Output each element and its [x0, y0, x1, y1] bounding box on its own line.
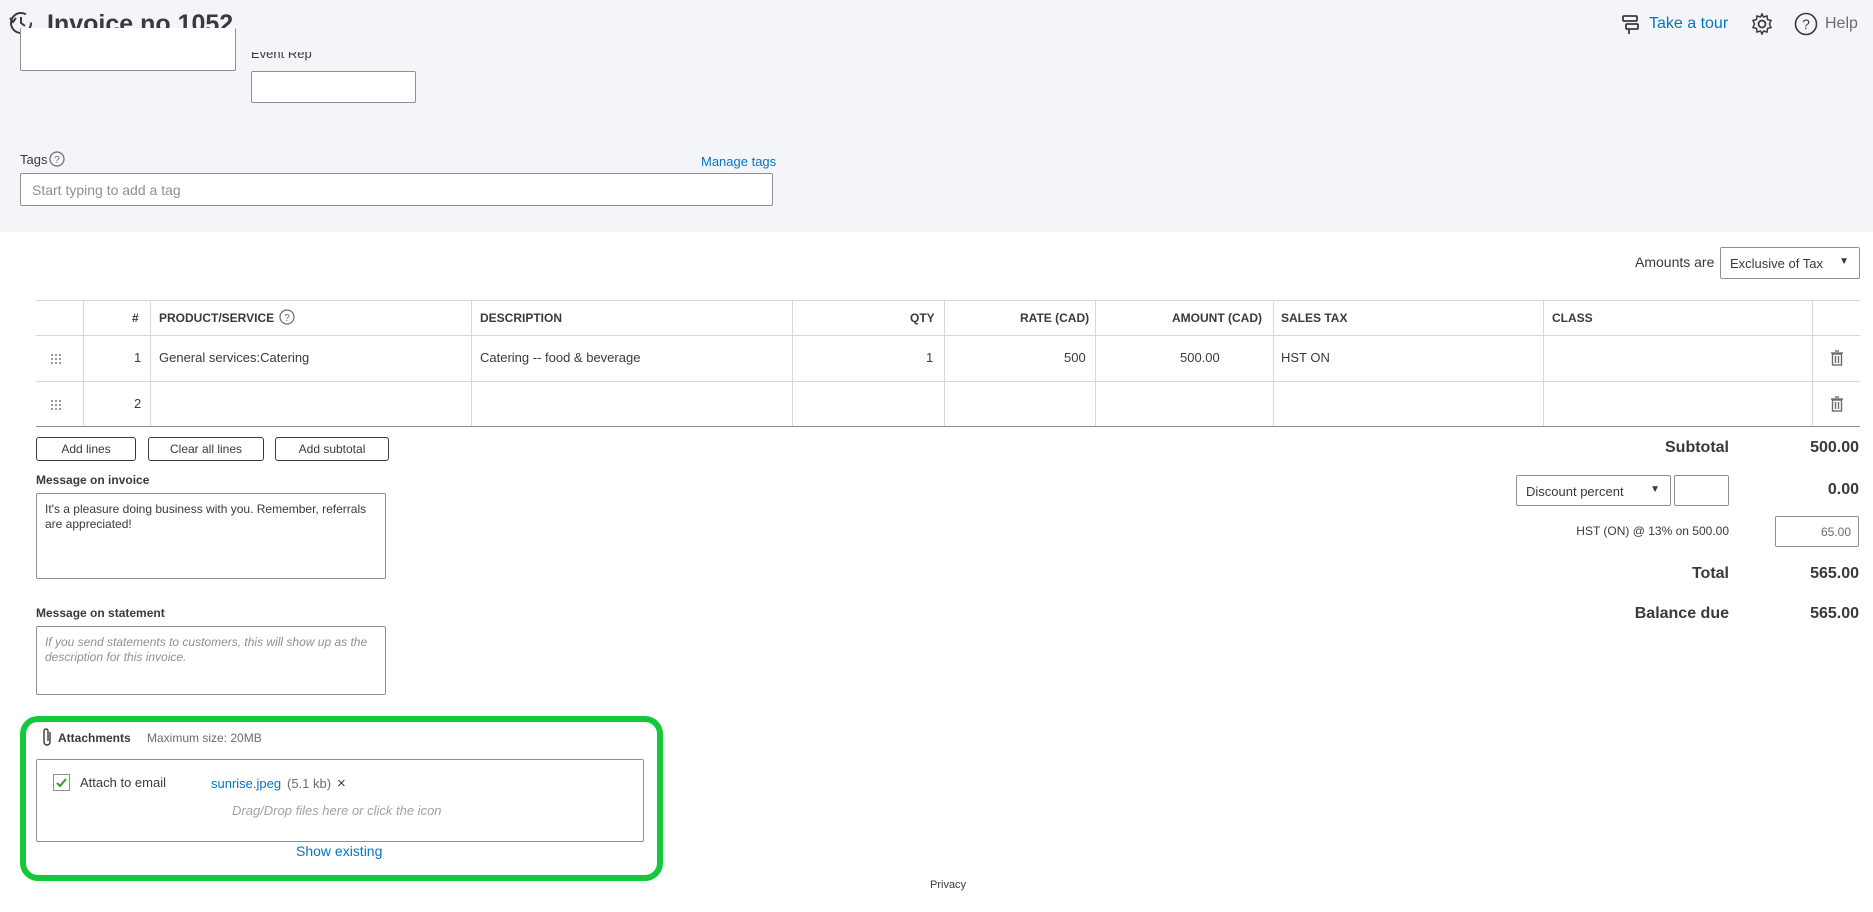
col-header-class: CLASS — [1552, 311, 1593, 325]
add-subtotal-button[interactable]: Add subtotal — [275, 437, 389, 461]
table-row[interactable]: 1 General services:Catering Catering -- … — [36, 336, 1860, 381]
col-header-amount: AMOUNT (CAD) — [1172, 311, 1262, 325]
trash-icon[interactable] — [1830, 396, 1844, 412]
drag-handle-icon[interactable] — [50, 352, 64, 365]
amounts-are-select[interactable]: Exclusive of Tax ▼ — [1720, 247, 1860, 279]
svg-text:?: ? — [284, 313, 290, 324]
manage-tags-link[interactable]: Manage tags — [701, 154, 776, 169]
message-on-statement-label: Message on statement — [36, 606, 165, 620]
discount-value: 0.00 — [1827, 481, 1859, 498]
customer-field-partial[interactable] — [20, 28, 236, 71]
trash-icon[interactable] — [1830, 350, 1844, 366]
col-header-rate: RATE (CAD) — [1020, 311, 1090, 325]
cell-qty[interactable]: 1 — [926, 350, 933, 365]
page-header: Invoice no.1052 Take a tour ? Help — [0, 0, 1873, 48]
attachment-file-size: (5.1 kb) — [287, 776, 332, 791]
attach-to-email-label: Attach to email — [80, 775, 166, 790]
discount-amount-input[interactable] — [1674, 475, 1729, 506]
message-on-invoice-text: It's a pleasure doing business with you.… — [45, 502, 367, 531]
tax-label: HST (ON) @ 13% on 500.00 — [1576, 524, 1729, 538]
attachments-dropzone[interactable] — [36, 759, 644, 842]
caret-down-icon: ▼ — [1650, 484, 1660, 495]
help-circle-icon[interactable]: ? — [279, 309, 295, 325]
dropzone-hint: Drag/Drop files here or click the icon — [232, 803, 442, 818]
subtotal-value: 500.00 — [1810, 439, 1859, 456]
balance-due-label: Balance due — [1634, 605, 1729, 622]
drag-handle-icon[interactable] — [50, 398, 64, 411]
total-value: 565.00 — [1810, 565, 1859, 582]
col-header-qty: QTY — [910, 311, 935, 325]
clear-all-lines-button[interactable]: Clear all lines — [148, 437, 264, 461]
message-on-invoice-textarea[interactable]: It's a pleasure doing business with you.… — [36, 493, 386, 579]
cell-description[interactable]: Catering -- food & beverage — [480, 350, 640, 365]
attach-to-email-checkbox[interactable] — [53, 774, 70, 791]
paperclip-icon[interactable] — [40, 727, 54, 747]
caret-down-icon: ▼ — [1839, 256, 1849, 267]
cell-amount[interactable]: 500.00 — [1180, 350, 1220, 365]
cell-product[interactable]: General services:Catering — [159, 350, 309, 365]
event-rep-input[interactable] — [251, 71, 416, 103]
add-lines-button[interactable]: Add lines — [36, 437, 136, 461]
col-header-description: DESCRIPTION — [480, 311, 563, 325]
tags-label: Tags — [20, 152, 48, 167]
event-rep-label: Event Rep — [251, 52, 312, 61]
cell-num: 2 — [134, 396, 142, 411]
svg-text:?: ? — [1802, 16, 1810, 32]
attachment-file-link[interactable]: sunrise.jpeg — [211, 776, 281, 791]
subtotal-label: Subtotal — [1665, 439, 1729, 456]
svg-text:?: ? — [54, 155, 60, 166]
tax-amount-value: 65.00 — [1820, 525, 1851, 539]
cell-sales-tax[interactable]: HST ON — [1281, 350, 1330, 365]
tags-placeholder: Start typing to add a tag — [32, 182, 181, 198]
attachments-max-size: Maximum size: 20MB — [147, 731, 262, 745]
discount-type-select[interactable]: Discount percent ▼ — [1516, 475, 1671, 506]
show-existing-link[interactable]: Show existing — [296, 843, 382, 859]
remove-attachment-icon[interactable]: × — [337, 775, 346, 792]
take-tour-link[interactable]: Take a tour — [1649, 15, 1728, 33]
message-on-statement-textarea[interactable]: If you send statements to customers, thi… — [36, 626, 386, 695]
balance-due-value: 565.00 — [1810, 605, 1859, 622]
attachments-title: Attachments — [58, 731, 131, 745]
help-link[interactable]: Help — [1825, 15, 1858, 33]
privacy-link[interactable]: Privacy — [930, 879, 966, 891]
message-on-statement-placeholder: If you send statements to customers, thi… — [45, 635, 368, 664]
cell-rate[interactable]: 500 — [1064, 350, 1086, 365]
tax-amount-input[interactable]: 65.00 — [1775, 516, 1859, 547]
col-header-product: PRODUCT/SERVICE — [159, 311, 275, 325]
help-icon[interactable]: ? — [1794, 12, 1818, 36]
cell-num: 1 — [134, 350, 142, 365]
col-header-num: # — [132, 311, 139, 325]
invoice-details-panel: Event Rep Tags ? Manage tags Start typin… — [0, 28, 1873, 232]
help-circle-icon[interactable]: ? — [49, 151, 65, 167]
tour-icon[interactable] — [1620, 13, 1642, 35]
total-label: Total — [1691, 565, 1729, 582]
tags-input[interactable]: Start typing to add a tag — [20, 173, 773, 206]
message-on-invoice-label: Message on invoice — [36, 473, 150, 487]
col-header-sales-tax: SALES TAX — [1281, 311, 1348, 325]
amounts-are-value: Exclusive of Tax — [1730, 256, 1823, 271]
amounts-are-label: Amounts are — [1635, 254, 1715, 270]
gear-icon[interactable] — [1750, 12, 1774, 36]
table-row[interactable]: 2 — [36, 382, 1860, 426]
discount-type-value: Discount percent — [1526, 484, 1624, 499]
